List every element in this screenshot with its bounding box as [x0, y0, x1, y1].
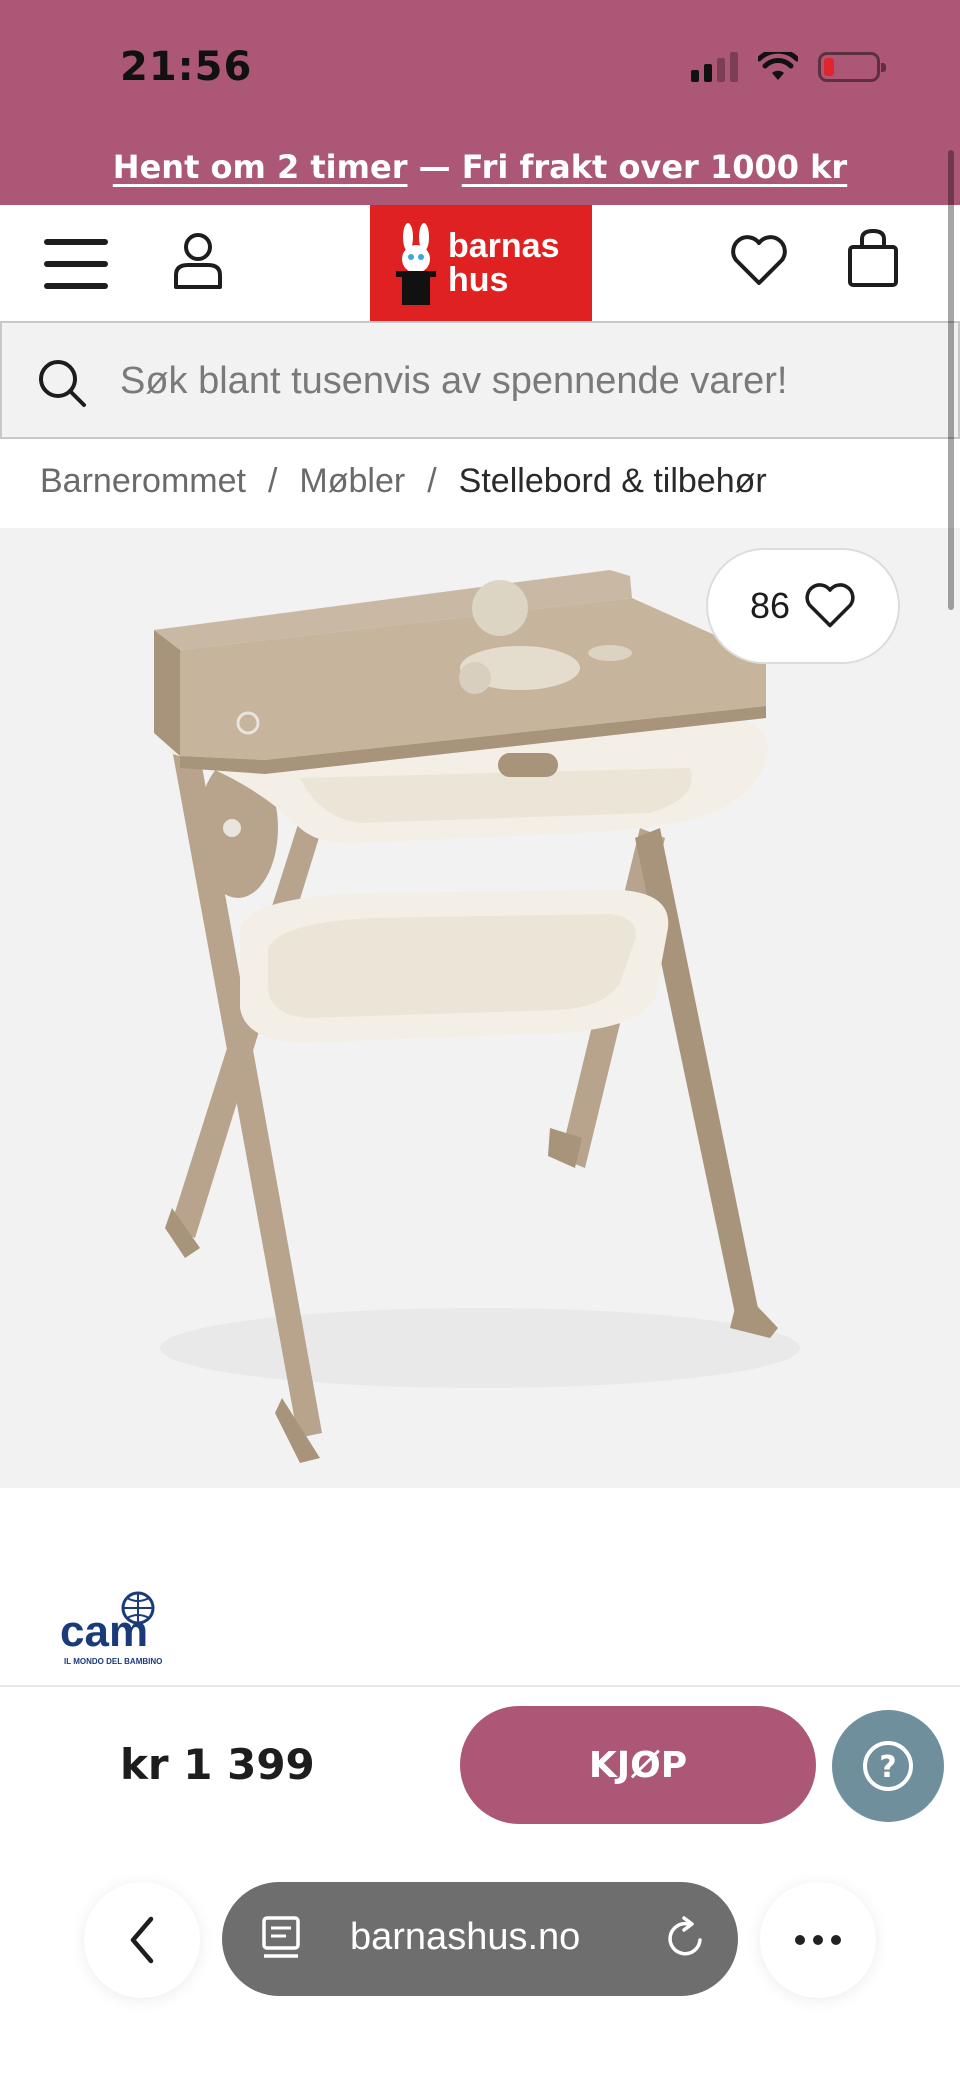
site-header: barnas hus — [0, 205, 960, 321]
promo-link-pickup[interactable]: Hent om 2 timer — [113, 148, 408, 186]
heart-icon — [805, 583, 855, 628]
menu-icon[interactable] — [44, 239, 108, 289]
status-icons — [691, 52, 886, 82]
reload-icon[interactable] — [664, 1914, 708, 1962]
favorite-button[interactable]: 86 — [706, 548, 900, 664]
breadcrumb-item[interactable]: Møbler — [299, 462, 405, 501]
cam-brand-logo: cam IL MONDO DEL BAMBINO — [60, 1591, 162, 1666]
user-icon[interactable] — [172, 231, 224, 291]
site-logo[interactable]: barnas hus — [370, 205, 592, 321]
breadcrumb-item[interactable]: Barnerommet — [40, 462, 246, 501]
logo-text-line1: barnas — [448, 227, 560, 265]
bunny-hat-logo-icon — [396, 223, 436, 305]
wifi-icon — [758, 52, 798, 80]
breadcrumb-current[interactable]: Stellebord & tilbehør — [459, 462, 767, 501]
bag-icon[interactable] — [846, 227, 900, 289]
logo-text-line2: hus — [448, 261, 509, 299]
promo-banner: Hent om 2 timer — Fri frakt over 1000 kr — [0, 148, 960, 186]
search-input[interactable] — [120, 351, 930, 411]
search-icon[interactable] — [36, 357, 88, 409]
brand-name: cam — [60, 1607, 148, 1656]
search-bar — [0, 321, 960, 439]
product-price: kr 1 399 — [120, 1740, 315, 1789]
brand-logo[interactable]: cam IL MONDO DEL BAMBINO — [60, 1590, 180, 1674]
breadcrumb-separator: / — [427, 462, 437, 500]
favorite-count: 86 — [749, 585, 791, 626]
back-button[interactable] — [84, 1882, 200, 1998]
svg-text:?: ? — [879, 1750, 896, 1785]
url-text: barnashus.no — [350, 1916, 581, 1958]
more-icon[interactable] — [760, 1882, 876, 1998]
battery-icon — [818, 52, 886, 82]
buy-button[interactable]: KJØP — [460, 1706, 816, 1824]
heart-icon[interactable] — [730, 235, 788, 287]
promo-separator: — — [418, 148, 451, 186]
product-image[interactable] — [0, 528, 960, 1488]
changing-table-illustration — [154, 570, 800, 1463]
address-bar[interactable]: barnashus.no — [222, 1882, 738, 1996]
page-icon — [262, 1916, 300, 1958]
help-button[interactable]: ? — [832, 1710, 944, 1822]
chevron-left-icon — [130, 1916, 154, 1964]
promo-link-shipping[interactable]: Fri frakt over 1000 kr — [462, 148, 847, 186]
scrollbar[interactable] — [948, 150, 954, 610]
browser-toolbar: barnashus.no — [0, 1860, 960, 2081]
divider — [0, 1685, 960, 1687]
help-icon: ? — [863, 1741, 913, 1791]
breadcrumb: Barnerommet / Møbler / Stellebord & tilb… — [40, 462, 767, 501]
cellular-signal-icon — [691, 52, 738, 82]
breadcrumb-separator: / — [267, 462, 278, 500]
status-time: 21:56 — [120, 44, 253, 90]
brand-tagline: IL MONDO DEL BAMBINO — [64, 1657, 162, 1666]
